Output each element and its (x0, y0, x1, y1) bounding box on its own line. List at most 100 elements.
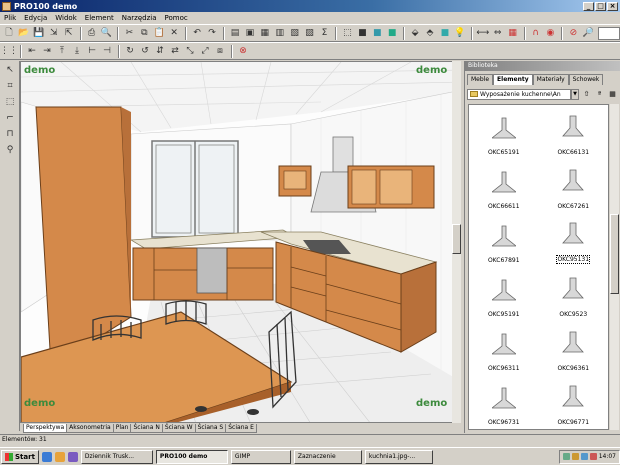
view-grid-icon[interactable]: ▦ (607, 89, 618, 100)
copy-icon[interactable]: ⧉ (137, 26, 151, 40)
cut-icon[interactable]: ✂ (122, 26, 136, 40)
scroll-thumb[interactable] (452, 224, 461, 254)
align-left-icon[interactable]: ⊢ (85, 44, 99, 58)
taskbar-item[interactable]: kuchnia1.jpg-... (364, 449, 433, 464)
stretch-icon[interactable]: ⇔ (491, 26, 505, 40)
resize-icon[interactable]: ⤡ (183, 44, 197, 58)
light-icon[interactable]: 💡 (453, 26, 467, 40)
group-icon[interactable]: ⧈ (213, 44, 227, 58)
tab-materialy[interactable]: Materiały (532, 74, 569, 85)
library-item[interactable]: OKC96361 (539, 321, 609, 375)
library-item[interactable]: OKC96771 (539, 375, 609, 429)
box-wire-icon[interactable]: ⬚ (340, 26, 354, 40)
folder-up-icon[interactable]: ⇧ (581, 89, 592, 100)
redo-icon[interactable]: ↷ (205, 26, 219, 40)
door-icon[interactable]: ⊓ (3, 127, 17, 141)
properties-icon[interactable]: ▤ (228, 26, 242, 40)
close-button[interactable]: × (607, 1, 618, 11)
print-icon[interactable]: ⎙ (85, 26, 99, 40)
tab-perspektywa[interactable]: Perspektywa (23, 424, 68, 433)
view-front-icon[interactable]: ▣ (243, 26, 257, 40)
tab-elementy[interactable]: Elementy (493, 74, 533, 85)
room-icon[interactable]: ⬚ (3, 95, 17, 109)
library-item[interactable]: OKC67261 (539, 159, 609, 213)
render-icon[interactable]: ⬙ (408, 26, 422, 40)
menu-plik[interactable]: Plik (0, 14, 20, 22)
menu-element[interactable]: Element (81, 14, 118, 22)
library-item[interactable]: OKC66131 (539, 105, 609, 159)
record-icon[interactable]: ◉ (544, 26, 558, 40)
tab-plan[interactable]: Plan (112, 424, 132, 433)
zoom-icon[interactable]: 🔎 (581, 26, 595, 40)
measure-icon[interactable]: ⟷ (476, 26, 490, 40)
open-folder-icon[interactable]: 📂 (17, 26, 31, 40)
taskbar-item[interactable]: Dziennik Trusk... (80, 449, 153, 464)
tab-sciana-s[interactable]: Ściana S (194, 424, 227, 433)
3d-viewport[interactable]: demo demo demo demo (20, 61, 461, 423)
box-shaded-icon[interactable]: ■ (385, 26, 399, 40)
tray-icon[interactable] (571, 453, 579, 460)
chevron-down-icon[interactable]: ▼ (571, 88, 579, 100)
magnify-icon[interactable]: ⚲ (3, 143, 17, 157)
render-shaded-icon[interactable]: ⬘ (423, 26, 437, 40)
delete-icon[interactable]: ✕ (167, 26, 181, 40)
tab-aksonometria[interactable]: Aksonometria (66, 424, 114, 433)
rotate-icon[interactable]: ↻ (123, 44, 137, 58)
zoom-input[interactable] (598, 26, 620, 40)
browser-icon[interactable] (41, 451, 52, 462)
firefox-icon[interactable] (54, 451, 65, 462)
sort-icon[interactable]: ª (594, 89, 605, 100)
library-scrollbar[interactable] (610, 104, 619, 430)
sum-icon[interactable]: Σ (318, 26, 332, 40)
viewport-scrollbar[interactable] (452, 61, 461, 423)
library-item[interactable]: OKC66611 (469, 159, 539, 213)
tab-sciana-w[interactable]: Ściana W (161, 424, 196, 433)
move-left-icon[interactable]: ⇤ (25, 44, 39, 58)
align-right-icon[interactable]: ⊣ (100, 44, 114, 58)
tab-sciana-n[interactable]: Ściana N (130, 424, 163, 433)
undo-icon[interactable]: ↶ (190, 26, 204, 40)
library-item[interactable]: OKC96311 (469, 321, 539, 375)
maximize-button[interactable]: □ (595, 1, 606, 11)
export-icon[interactable]: ⇲ (47, 26, 61, 40)
tray-icon[interactable] (562, 453, 570, 460)
box-solid-icon[interactable]: ■ (355, 26, 369, 40)
view-plan-icon[interactable]: ▧ (288, 26, 302, 40)
no-entry-icon[interactable]: ⊗ (236, 44, 250, 58)
rotate-back-icon[interactable]: ↺ (138, 44, 152, 58)
view-side-icon[interactable]: ▥ (273, 26, 287, 40)
tab-schowek[interactable]: Schowek (568, 74, 604, 85)
move-up-icon[interactable]: ⤒ (55, 44, 69, 58)
start-button[interactable]: Start (1, 449, 39, 464)
paste-icon[interactable]: 📋 (152, 26, 166, 40)
library-scroll-thumb[interactable] (610, 214, 619, 294)
flip-icon[interactable]: ⇵ (153, 44, 167, 58)
view-top-icon[interactable]: ▦ (258, 26, 272, 40)
media-icon[interactable] (67, 451, 78, 462)
import-icon[interactable]: ⇱ (62, 26, 76, 40)
library-item[interactable]: OKC67891 (469, 213, 539, 267)
move-down-icon[interactable]: ⤓ (70, 44, 84, 58)
box-texture-icon[interactable]: ■ (370, 26, 384, 40)
save-icon[interactable]: 💾 (32, 26, 46, 40)
taskbar-item-active[interactable]: PRO100 demo (155, 449, 228, 464)
mirror-icon[interactable]: ⇄ (168, 44, 182, 58)
menu-edycja[interactable]: Edycja (20, 14, 51, 22)
tray-icon[interactable] (580, 453, 588, 460)
tab-sciana-e[interactable]: Ściana E (225, 424, 257, 433)
snap-grid-icon[interactable]: ⋮⋮ (0, 44, 18, 58)
view-wall-icon[interactable]: ▨ (303, 26, 317, 40)
render-color-icon[interactable]: ■ (438, 26, 452, 40)
move-right-icon[interactable]: ⇥ (40, 44, 54, 58)
menu-widok[interactable]: Widok (51, 14, 81, 22)
library-item[interactable]: OKC9523 (539, 267, 609, 321)
print-preview-icon[interactable]: 🔍 (100, 26, 114, 40)
library-item[interactable]: OKC65191 (469, 105, 539, 159)
corner-icon[interactable]: ⌐ (3, 111, 17, 125)
grid-icon[interactable]: ▦ (506, 26, 520, 40)
library-path-select[interactable]: Wyposażenie kuchenne\An (467, 88, 571, 100)
menu-narzedzia[interactable]: Narzędzia (118, 14, 161, 22)
magnet-icon[interactable]: ∩ (529, 26, 543, 40)
library-item[interactable]: OKC95131 (539, 213, 609, 267)
walls-icon[interactable]: ⌗ (3, 79, 17, 93)
